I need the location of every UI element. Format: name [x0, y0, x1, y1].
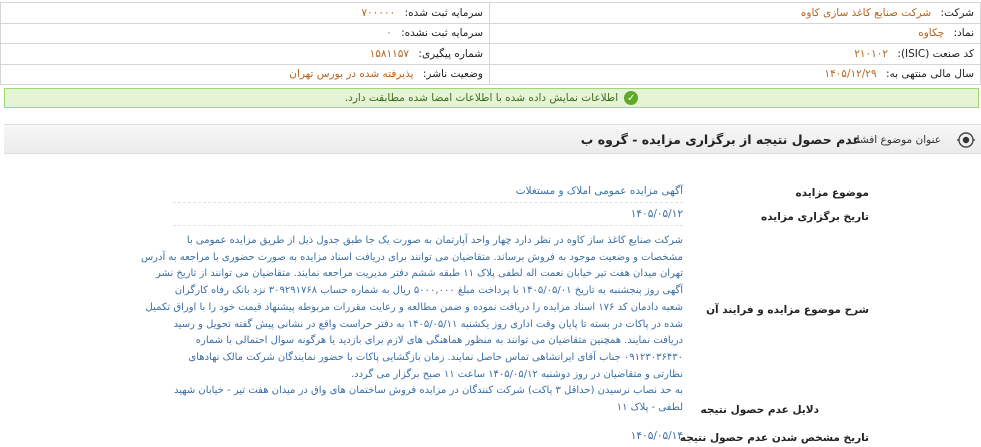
symbol-cell: نماد: چکاوه — [489, 22, 981, 44]
description-line: دریافت نمایند. همچنین متقاضیان می توانند… — [195, 335, 683, 347]
description-line: به حد نصاب نرسیدن (حداقل ۳ پاکت) شرکت کن… — [174, 385, 683, 397]
fiscal-year-value: ۱۴۰۵/۱۲/۲۹ — [824, 68, 877, 81]
company-value: شرکت صنایع کاغذ سازی کاوه — [800, 6, 932, 19]
date-label: تاریخ برگزاری مزایده — [761, 211, 869, 223]
topic-value: آگهی مزایده عمومی املاک و مستغلات — [515, 185, 683, 197]
subject-title: عدم حصول نتیجه از برگزاری مزایده - گروه … — [580, 132, 861, 147]
description-line: نظارتی و متقاضیان در روز دوشنبه ۱۴۰۵/۰۵/… — [350, 368, 683, 380]
description-text: شرکت صنایع کاغذ ساز کاوه در نظر دارد چها… — [138, 233, 683, 417]
symbol-label: نماد: — [953, 27, 974, 40]
fiscal-year-cell: سال مالی منتهی به: ۱۴۰۵/۱۲/۲۹ — [489, 63, 981, 85]
publisher-status-label: وضعیت ناشر: — [422, 68, 483, 81]
description-line: مشخصات و وضعیت موجود به فروش برساند. متق… — [140, 251, 683, 263]
info-row: کد صنعت (ISIC): ۲۱۰۱۰۲ شماره پیگیری: ۱۵۸… — [0, 43, 981, 65]
company-label: شرکت: — [940, 6, 974, 19]
tracking-value: ۱۵۸۱۱۵۷ — [369, 47, 410, 60]
subject-label: عنوان موضوع افشا: — [853, 134, 941, 146]
capital-registered-cell: سرمایه ثبت شده: ۷۰۰۰۰۰ — [0, 2, 490, 24]
fiscal-year-label: سال مالی منتهی به: — [885, 68, 974, 81]
symbol-value: چکاوه — [918, 27, 945, 40]
result-date-value: ۱۴۰۵/۰۵/۱۴ — [630, 430, 683, 442]
description-line: شعبه دادمان کد ۱۷۶ اسناد مزایده را دریاف… — [145, 301, 684, 313]
description-line: شده در پاکات در بسته تا پایان وقت اداری … — [173, 318, 683, 330]
tracking-cell: شماره پیگیری: ۱۵۸۱۱۵۷ — [0, 43, 490, 65]
company-cell: شرکت: شرکت صنایع کاغذ سازی کاوه — [489, 2, 981, 24]
capital-unregistered-label: سرمایه ثبت نشده: — [401, 27, 483, 40]
publisher-status-value: پذیرفته شده در بورس تهران — [289, 68, 414, 81]
isic-label: کد صنعت (ISIC): — [897, 47, 974, 60]
tracking-label: شماره پیگیری: — [418, 47, 483, 60]
target-icon — [957, 132, 975, 148]
isic-value: ۲۱۰۱۰۲ — [854, 47, 889, 60]
divider — [173, 225, 683, 226]
auction-details: موضوع مزایده آگهی مزایده عمومی املاک و م… — [141, 175, 981, 447]
reason-label: دلایل عدم حصول نتیجه — [700, 404, 819, 416]
description-line: آگهی روز پنجشنبه به تاریخ ۱۴۰۵/۰۵/۰۱ با … — [174, 285, 683, 297]
description-line: تهران میدان هفت تیر خیابان نعمت اله لطفی… — [156, 268, 683, 280]
subject-bar: عنوان موضوع افشا: عدم حصول نتیجه از برگز… — [4, 124, 981, 154]
verification-notice: ✓ اطلاعات نمایش داده شده با اطلاعات امضا… — [4, 88, 979, 108]
capital-registered-label: سرمایه ثبت شده: — [404, 6, 483, 19]
divider — [173, 202, 683, 203]
isic-cell: کد صنعت (ISIC): ۲۱۰۱۰۲ — [489, 43, 981, 65]
description-line: ۰۹۱۲۳۰۳۶۴۳۰ جناب آقای ایرانشاهی تماس حاص… — [188, 351, 683, 363]
publisher-status-cell: وضعیت ناشر: پذیرفته شده در بورس تهران — [0, 63, 490, 85]
description-label: شرح موضوع مزایده و فرایند آن — [706, 304, 869, 316]
info-row: سال مالی منتهی به: ۱۴۰۵/۱۲/۲۹ وضعیت ناشر… — [0, 63, 981, 85]
capital-registered-value: ۷۰۰۰۰۰ — [361, 6, 396, 19]
company-info-table: شرکت: شرکت صنایع کاغذ سازی کاوه سرمایه ث… — [0, 2, 981, 85]
capital-unregistered-cell: سرمایه ثبت نشده: ۰ — [0, 22, 490, 44]
description-line: لطفی - پلاک ۱۱ — [616, 402, 683, 414]
date-value: ۱۴۰۵/۰۵/۱۲ — [630, 208, 683, 220]
info-row: نماد: چکاوه سرمایه ثبت نشده: ۰ — [0, 22, 981, 44]
verification-notice-text: اطلاعات نمایش داده شده با اطلاعات امضا ش… — [344, 92, 619, 104]
check-circle-icon: ✓ — [624, 91, 639, 105]
description-line: شرکت صنایع کاغذ ساز کاوه در نظر دارد چها… — [186, 235, 683, 246]
capital-unregistered-value: ۰ — [386, 27, 392, 40]
topic-label: موضوع مزایده — [795, 187, 869, 199]
result-date-label: تاریخ مشخص شدن عدم حصول نتیجه — [679, 432, 869, 444]
info-row: شرکت: شرکت صنایع کاغذ سازی کاوه سرمایه ث… — [0, 2, 981, 24]
